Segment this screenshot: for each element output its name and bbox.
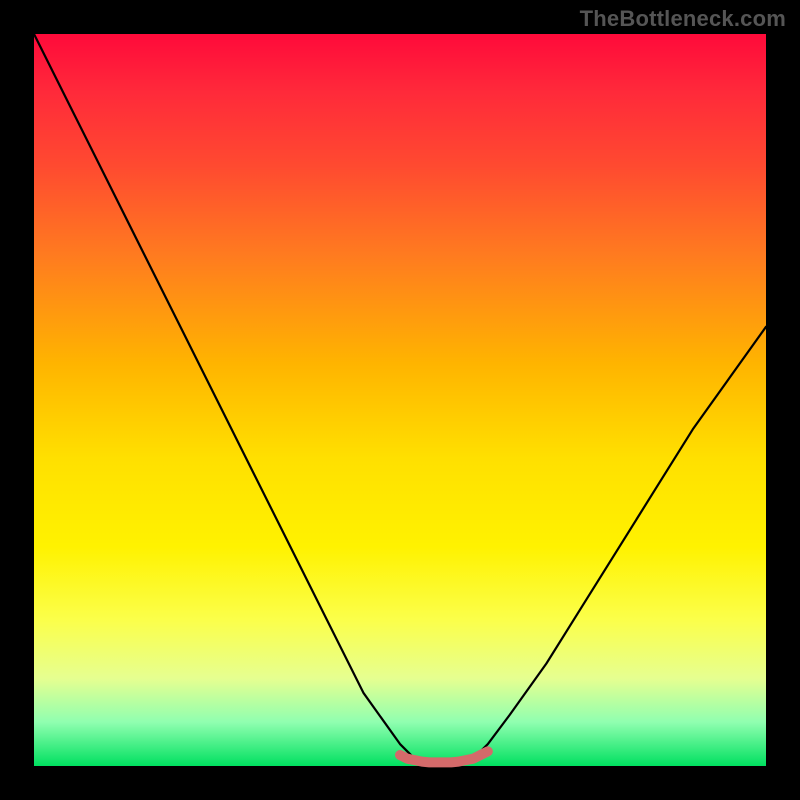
- chart-container: TheBottleneck.com: [0, 0, 800, 800]
- valley-marker: [400, 751, 488, 762]
- bottleneck-curve: [34, 34, 766, 762]
- plot-area: [34, 34, 766, 766]
- watermark-text: TheBottleneck.com: [580, 6, 786, 32]
- curve-svg: [34, 34, 766, 766]
